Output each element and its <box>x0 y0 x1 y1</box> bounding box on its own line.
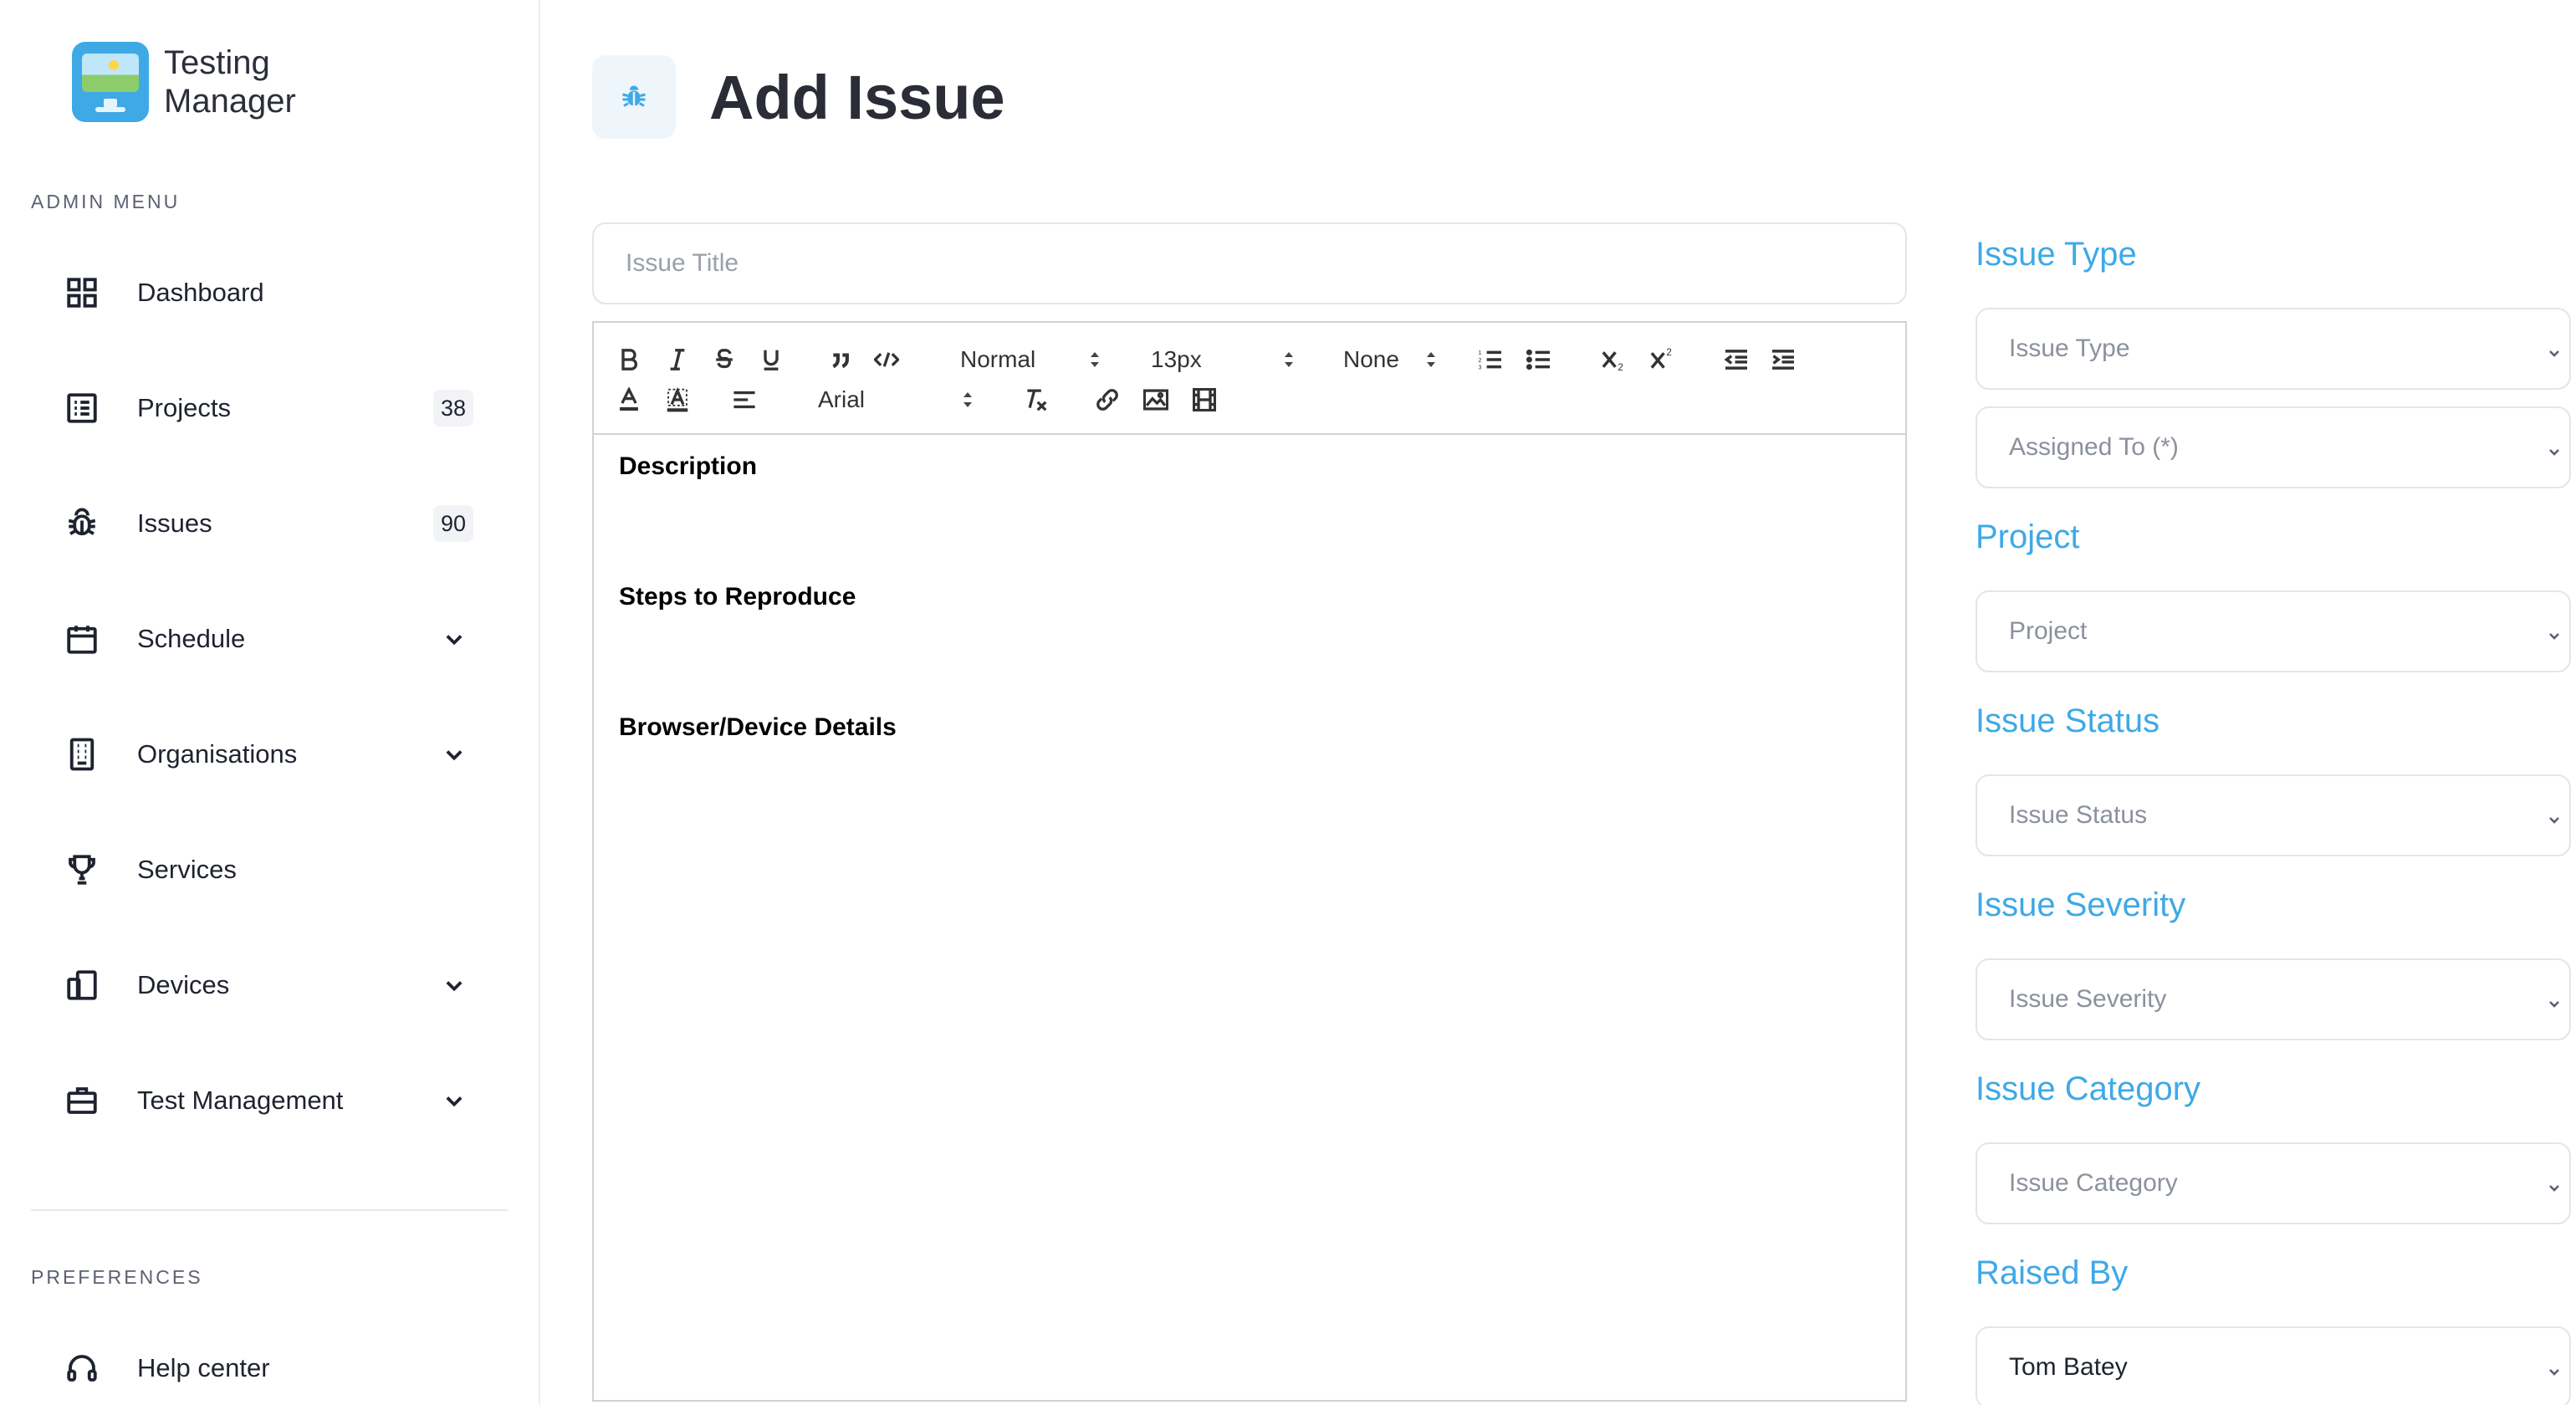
sidebar-item-label: Help center <box>137 1353 270 1382</box>
chevron-down-icon[interactable] <box>440 971 468 999</box>
chevron-down-icon <box>2546 340 2563 357</box>
brand[interactable]: Testing Manager <box>72 42 296 122</box>
issue-severity-select[interactable]: Issue Severity <box>1975 958 2571 1040</box>
align-icon[interactable] <box>728 383 761 416</box>
issue-status-select[interactable]: Issue Status <box>1975 774 2571 856</box>
chevron-down-icon <box>2546 623 2563 640</box>
ordered-list-button[interactable]: 123 <box>1474 343 1507 376</box>
page-header: Add Issue <box>592 55 1005 139</box>
subscript-button[interactable]: 2 <box>1597 343 1631 376</box>
page-title: Add Issue <box>709 62 1005 132</box>
sidebar-item-devices[interactable]: Devices <box>47 955 477 1015</box>
admin-menu-label: ADMIN MENU <box>31 191 181 212</box>
chevron-down-icon <box>2546 439 2563 456</box>
video-icon[interactable] <box>1188 383 1221 416</box>
line-height-select[interactable]: None <box>1343 341 1437 378</box>
issue-title-input[interactable] <box>592 222 1907 304</box>
text-color-icon[interactable] <box>612 383 646 416</box>
count-badge: 38 <box>433 390 473 427</box>
sidebar-item-services[interactable]: Services <box>47 840 477 900</box>
sidebar-item-label: Projects <box>137 393 231 422</box>
count-badge: 90 <box>433 505 473 542</box>
issue-category-select[interactable]: Issue Category <box>1975 1142 2571 1224</box>
monitor-logo-icon <box>72 42 149 122</box>
outdent-button[interactable] <box>1720 343 1753 376</box>
issue-category-heading: Issue Category <box>1975 1070 2201 1107</box>
chevron-down-icon <box>2546 807 2563 824</box>
bullet-list-button[interactable] <box>1522 343 1556 376</box>
sidebar-item-help-center[interactable]: Help center <box>47 1338 477 1398</box>
bold-button[interactable] <box>612 343 646 376</box>
issue-status-heading: Issue Status <box>1975 702 2160 739</box>
steps-heading: Steps to Reproduce <box>619 583 856 611</box>
bug-icon <box>592 55 676 139</box>
sidebar-item-dashboard[interactable]: Dashboard <box>47 263 477 323</box>
sidebar-item-label: Issues <box>137 508 212 538</box>
link-icon[interactable] <box>1091 383 1124 416</box>
browser-details-heading: Browser/Device Details <box>619 713 897 741</box>
svg-text:2: 2 <box>1479 356 1482 364</box>
svg-text:1: 1 <box>1479 349 1482 356</box>
trophy-icon <box>64 851 100 888</box>
svg-text:2: 2 <box>1618 362 1623 371</box>
project-select[interactable]: Project <box>1975 590 2571 672</box>
bug-icon <box>64 505 100 542</box>
sidebar-item-label: Organisations <box>137 739 298 769</box>
devices-icon <box>64 967 100 1004</box>
rich-text-editor: Normal 13px None 123 2 2 Arial Descripti… <box>592 321 1907 1402</box>
sidebar-item-test-management[interactable]: Test Management <box>47 1070 477 1131</box>
sidebar-item-organisations[interactable]: Organisations <box>47 724 477 784</box>
superscript-button[interactable]: 2 <box>1646 341 1679 375</box>
issue-type-select[interactable]: Issue Type <box>1975 308 2571 390</box>
sidebar-divider <box>31 1209 508 1211</box>
building-icon <box>64 736 100 773</box>
header-select[interactable]: Normal <box>960 341 1101 378</box>
raised-by-select[interactable]: Tom Batey <box>1975 1326 2571 1405</box>
background-color-icon[interactable] <box>661 383 694 416</box>
chevron-down-icon[interactable] <box>440 625 468 653</box>
calendar-icon <box>64 621 100 657</box>
font-family-select[interactable]: Arial <box>818 381 974 418</box>
chevron-down-icon <box>2546 991 2563 1008</box>
clear-format-icon[interactable] <box>1019 383 1052 416</box>
indent-button[interactable] <box>1766 343 1800 376</box>
svg-text:3: 3 <box>1479 364 1482 370</box>
italic-button[interactable] <box>661 343 694 376</box>
chevron-down-icon <box>2546 1175 2563 1192</box>
chevron-down-icon[interactable] <box>440 1086 468 1115</box>
sidebar-item-issues[interactable]: Issues 90 <box>47 493 477 554</box>
description-heading: Description <box>619 452 758 480</box>
editor-toolbar: Normal 13px None 123 2 2 Arial <box>594 323 1905 435</box>
issue-type-heading: Issue Type <box>1975 236 2137 273</box>
raised-by-heading: Raised By <box>1975 1254 2129 1291</box>
sidebar-item-label: Devices <box>137 970 230 999</box>
editor-content[interactable]: Description Steps to Reproduce Browser/D… <box>619 450 1880 841</box>
preferences-label: PREFERENCES <box>31 1266 203 1288</box>
sidebar-item-label: Dashboard <box>137 278 264 307</box>
grid-icon <box>64 274 100 311</box>
sidebar-item-label: Services <box>137 855 237 884</box>
headset-icon <box>64 1350 100 1387</box>
issue-severity-heading: Issue Severity <box>1975 886 2186 923</box>
briefcase-icon <box>64 1082 100 1119</box>
underline-button[interactable] <box>754 343 788 376</box>
image-icon[interactable] <box>1139 383 1173 416</box>
chevron-down-icon[interactable] <box>440 740 468 769</box>
assigned-to-select[interactable]: Assigned To (*) <box>1975 406 2571 488</box>
chevron-down-icon <box>2546 1359 2563 1376</box>
font-size-select[interactable]: 13px <box>1151 341 1295 378</box>
sidebar-item-projects[interactable]: Projects 38 <box>47 378 477 438</box>
sidebar-item-label: Test Management <box>137 1086 344 1115</box>
blockquote-button[interactable] <box>825 343 858 376</box>
code-block-button[interactable] <box>870 343 903 376</box>
sidebar-item-schedule[interactable]: Schedule <box>47 609 477 669</box>
project-heading: Project <box>1975 519 2080 555</box>
sidebar-item-label: Schedule <box>137 624 246 653</box>
sidebar: Testing Manager ADMIN MENU Dashboard Pro… <box>0 0 540 1405</box>
list-icon <box>64 390 100 427</box>
svg-text:2: 2 <box>1666 347 1671 358</box>
brand-name: Testing Manager <box>164 44 296 120</box>
strikethrough-button[interactable] <box>708 343 741 376</box>
